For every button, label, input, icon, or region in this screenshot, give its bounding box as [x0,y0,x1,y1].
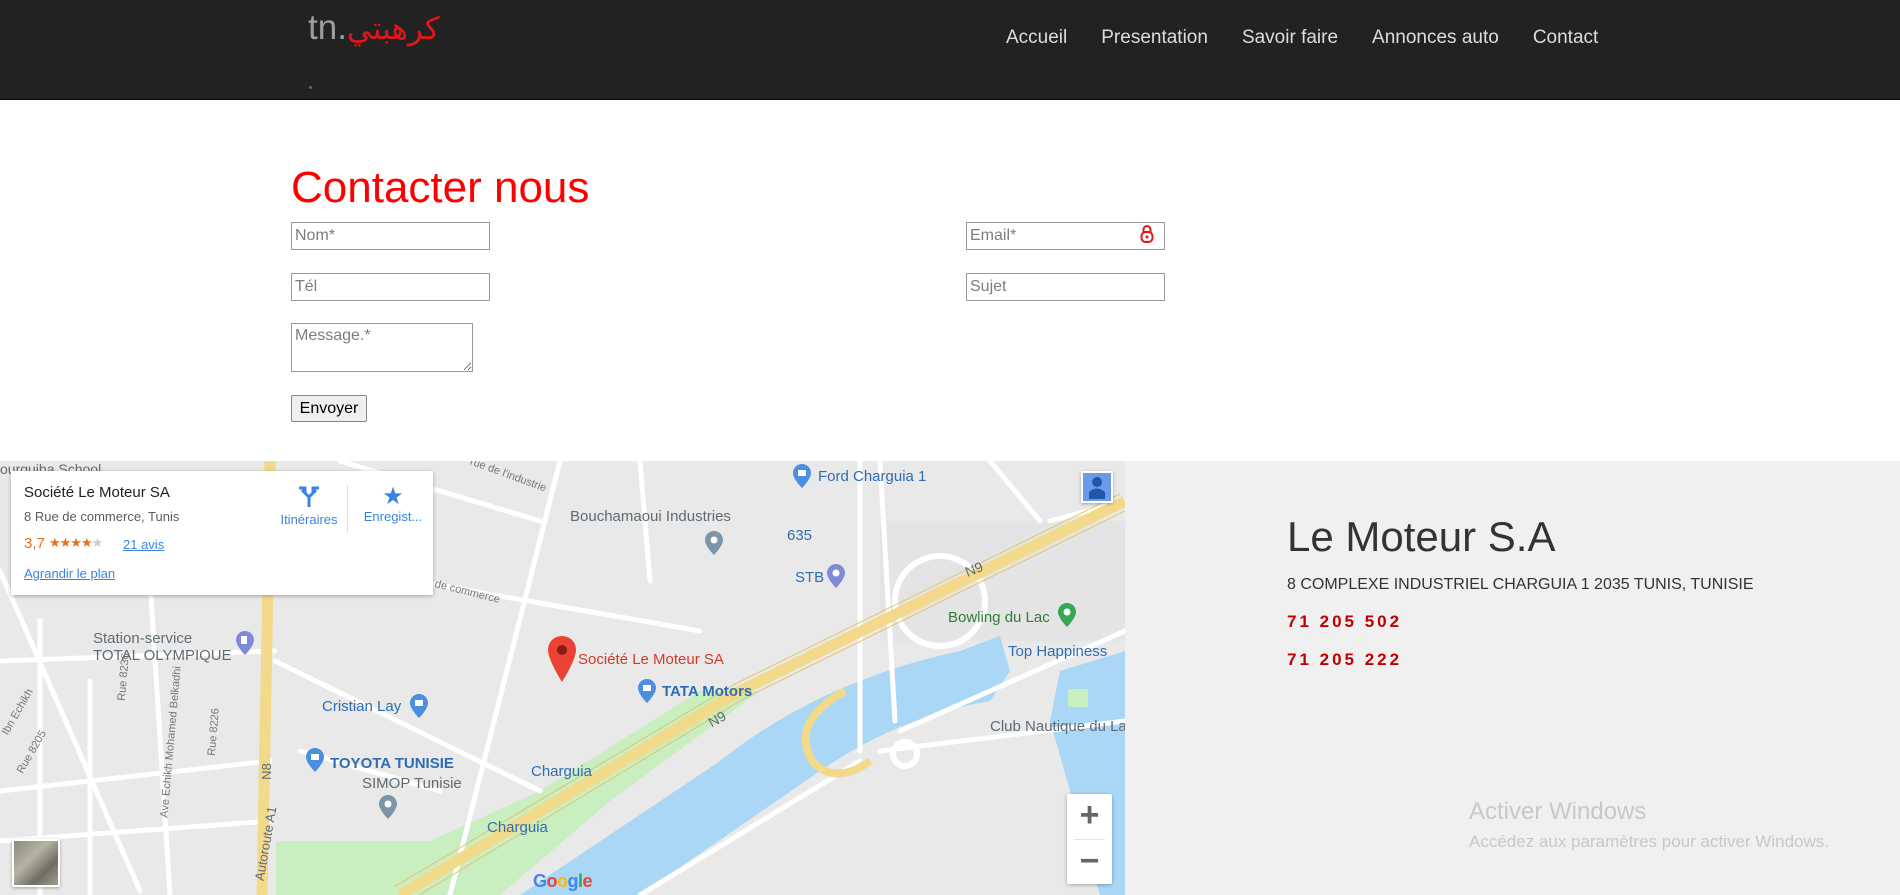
place-label-bouchamaoui[interactable]: Bouchamaoui Industries [570,508,731,525]
shopping-pin-icon[interactable] [306,748,324,772]
place-label-le-moteur[interactable]: Société Le Moteur SA [578,651,724,668]
street-view-pegman-icon[interactable] [1081,471,1113,503]
place-address: 8 Rue de commerce, Tunis [24,509,180,524]
nav-savoir-faire[interactable]: Savoir faire [1242,24,1338,52]
gas-station-pin-icon[interactable] [236,631,254,655]
shopping-pin-icon[interactable] [638,679,656,703]
top-navbar: tn.كرهبتي Accueil Presentation Savoir fa… [0,0,1900,100]
place-pin-icon[interactable] [705,531,723,555]
place-label-simop[interactable]: SIMOP Tunisie [362,775,462,792]
company-name: Le Moteur S.A [1287,513,1556,560]
main-nav: Accueil Presentation Savoir faire Annonc… [1006,24,1598,52]
place-label-stb[interactable]: STB [795,569,824,586]
place-label-total-line2[interactable]: TOTAL OLYMPIQUE [93,647,232,664]
reviews-link[interactable]: 21 avis [123,537,164,552]
phone-number-2[interactable]: 71 205 222 [1287,650,1402,670]
email-field[interactable] [966,222,1165,250]
password-manager-icon[interactable] [1140,224,1154,244]
directions-label: Itinéraires [280,512,338,527]
nav-annonces-auto[interactable]: Annonces auto [1372,24,1499,52]
place-rating: 3,7 [24,535,45,552]
shopping-pin-icon[interactable] [410,694,428,718]
save-label: Enregist... [363,509,423,524]
nav-presentation[interactable]: Presentation [1101,24,1208,52]
leisure-pin-icon[interactable] [1058,603,1076,627]
place-label-club-nautique[interactable]: Club Nautique du La [990,718,1125,735]
bank-pin-icon[interactable] [827,564,845,588]
nav-contact[interactable]: Contact [1533,24,1598,52]
place-label-bowling[interactable]: Bowling du Lac [948,609,1050,626]
shopping-pin-icon[interactable] [793,464,811,488]
satellite-toggle-button[interactable] [12,839,60,887]
directions-icon [299,486,319,507]
place-label-tata[interactable]: TATA Motors [662,683,752,700]
place-label-total-line1[interactable]: Station-service [93,630,192,647]
place-name: Société Le Moteur SA [24,484,170,501]
tel-field[interactable] [291,273,490,301]
star-icon: ★ [382,483,404,510]
place-label-cristian[interactable]: Cristian Lay [322,698,401,715]
place-info-card: Société Le Moteur SA 8 Rue de commerce, … [11,471,433,595]
phone-number-1[interactable]: 71 205 502 [1287,612,1402,632]
place-label-ford[interactable]: Ford Charguia 1 [818,468,926,485]
company-info-panel: Le Moteur S.A 8 COMPLEXE INDUSTRIEL CHAR… [1125,461,1900,895]
message-field[interactable] [291,323,473,372]
google-logo: Google [533,871,593,891]
place-label-charguia-2[interactable]: Charguia [487,819,548,836]
page-title: Contacter nous [291,163,590,212]
send-button[interactable]: Envoyer [291,395,367,422]
brand-latin: tn. [308,8,347,47]
zoom-out-button[interactable]: − [1067,840,1112,884]
google-map[interactable]: rue de l'industrie de commerce Rue 8236 … [0,461,1125,895]
brand-dot [309,86,312,89]
brand-arabic: كرهبتي [346,11,440,47]
card-divider [347,485,348,533]
zoom-controls: + − [1067,794,1112,884]
company-address: 8 COMPLEXE INDUSTRIEL CHARGUIA 1 2035 TU… [1287,576,1754,593]
enlarge-map-link[interactable]: Agrandir le plan [24,566,115,581]
location-marker-icon[interactable] [548,636,576,682]
zoom-in-button[interactable]: + [1067,794,1112,838]
place-label-charguia-1[interactable]: Charguia [531,763,592,780]
windows-activation-title: Activer Windows [1469,798,1647,825]
sujet-field[interactable] [966,273,1165,301]
nav-accueil[interactable]: Accueil [1006,24,1067,52]
place-label-635[interactable]: 635 [787,527,812,544]
directions-button[interactable]: Itinéraires [269,485,349,527]
road-label-n8: N8 [258,763,274,780]
save-place-button[interactable]: ★ Enregist... [355,483,431,525]
nom-field[interactable] [291,222,490,250]
windows-activation-subtitle: Accédez aux paramètres pour activer Wind… [1469,832,1829,851]
place-label-toyota[interactable]: TOYOTA TUNISIE [330,755,454,772]
brand-logo[interactable]: tn.كرهبتي [308,6,440,51]
rating-stars: ★★★★★ [49,535,103,550]
place-pin-icon[interactable] [379,795,397,819]
place-label-top-happiness[interactable]: Top Happiness [1008,643,1107,660]
